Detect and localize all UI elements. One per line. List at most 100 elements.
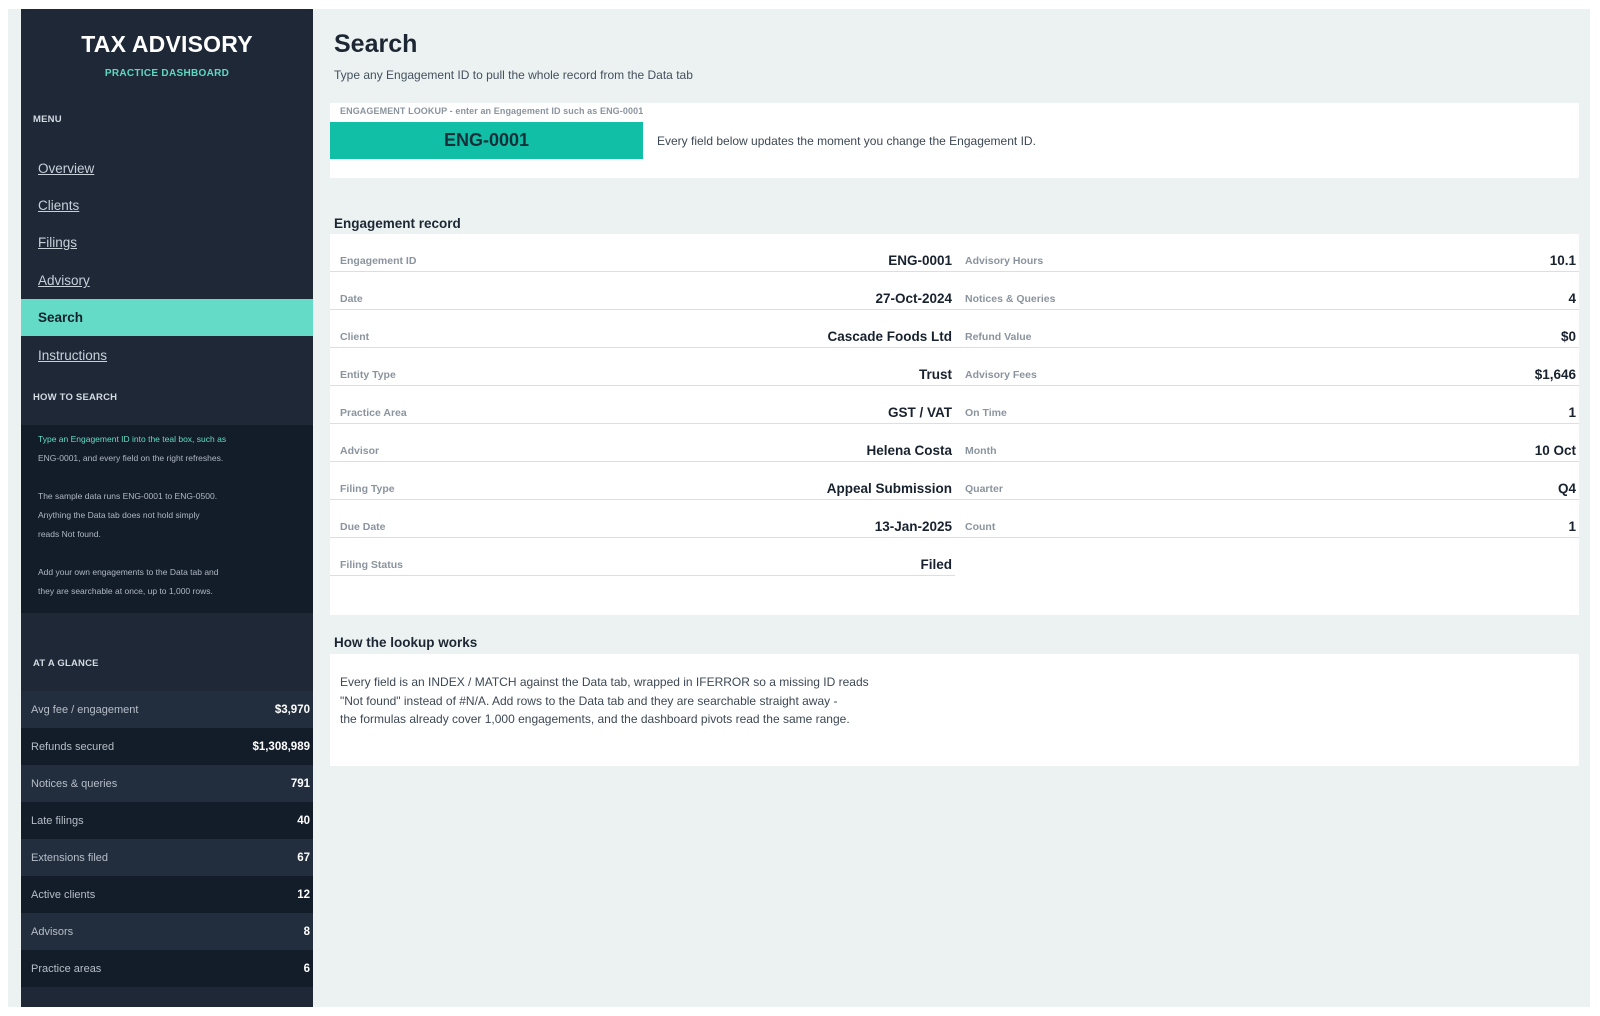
field-label: Notices & Queries	[965, 293, 1056, 305]
field-label: Due Date	[340, 521, 386, 533]
lookup-hint: Every field below updates the moment you…	[657, 134, 1036, 148]
field-value: ENG-0001	[888, 253, 952, 268]
field-label: Quarter	[965, 483, 1003, 495]
glance-label: Refunds secured	[31, 740, 115, 753]
record-field-refund-value: Refund Value $0	[955, 310, 1579, 348]
record-field-on-time: On Time 1	[955, 386, 1579, 424]
howto-line: Type an Engagement ID into the teal box,…	[38, 434, 227, 444]
nav-item-search[interactable]: Search	[21, 299, 313, 336]
record-field-entity-type: Entity Type Trust	[330, 348, 955, 386]
nav-item-filings[interactable]: Filings	[21, 224, 313, 261]
glance-value: 40	[297, 814, 310, 827]
explain-line: Every field is an INDEX / MATCH against …	[340, 675, 869, 689]
field-value: 10 Oct	[1534, 443, 1576, 458]
engagement-record-card: Engagement ID ENG-0001 Date 27-Oct-2024 …	[330, 234, 1579, 615]
field-label: On Time	[965, 407, 1007, 419]
nav-item-clients[interactable]: Clients	[21, 187, 313, 224]
glance-label: Avg fee / engagement	[31, 703, 139, 716]
page-subtitle: Type any Engagement ID to pull the whole…	[334, 68, 693, 82]
glance-value: 791	[290, 777, 310, 790]
lookup-caption: ENGAGEMENT LOOKUP - enter an Engagement …	[340, 106, 644, 116]
field-value: Q4	[1557, 481, 1576, 496]
field-label: Entity Type	[340, 369, 396, 381]
record-field-quarter: Quarter Q4	[955, 462, 1579, 500]
field-label: Practice Area	[340, 407, 407, 419]
glance-value: $3,970	[274, 703, 310, 716]
field-label: Filing Status	[340, 559, 403, 571]
glance-value: 6	[303, 962, 310, 975]
field-value: $0	[1560, 329, 1576, 344]
nav-item-instructions[interactable]: Instructions	[21, 337, 313, 374]
nav-item-overview[interactable]: Overview	[21, 150, 313, 187]
field-label: Month	[965, 445, 997, 457]
record-field-client: Client Cascade Foods Ltd	[330, 310, 955, 348]
record-field-advisory-hours: Advisory Hours 10.1	[955, 234, 1579, 272]
record-field-advisor: Advisor Helena Costa	[330, 424, 955, 462]
glance-row-active-clients: Active clients 12	[21, 876, 313, 913]
field-value: 1	[1568, 519, 1576, 534]
field-value: 27-Oct-2024	[875, 291, 952, 306]
field-label: Date	[340, 293, 363, 305]
field-label: Engagement ID	[340, 255, 417, 267]
field-label: Count	[965, 521, 996, 533]
field-value: 13-Jan-2025	[874, 519, 952, 534]
glance-label: Notices & queries	[31, 777, 118, 790]
page-title: Search	[334, 30, 418, 58]
nav-item-advisory[interactable]: Advisory	[21, 262, 313, 299]
glance-label: Extensions filed	[31, 851, 109, 864]
field-label: Advisor	[340, 445, 380, 457]
explain-section-title: How the lookup works	[334, 635, 478, 650]
glance-row-extensions: Extensions filed 67	[21, 839, 313, 876]
howto-line: they are searchable at once, up to 1,000…	[38, 586, 213, 596]
record-field-filing-type: Filing Type Appeal Submission	[330, 462, 955, 500]
record-field-date: Date 27-Oct-2024	[330, 272, 955, 310]
explain-card: Every field is an INDEX / MATCH against …	[330, 654, 1579, 766]
glance-section-label: AT A GLANCE	[33, 658, 99, 669]
glance-row-practice-areas: Practice areas 6	[21, 950, 313, 987]
menu-section-label: MENU	[33, 114, 62, 125]
field-label: Refund Value	[965, 331, 1032, 343]
record-field-filing-status: Filing Status Filed	[330, 538, 955, 576]
field-value: $1,646	[1534, 367, 1576, 382]
field-value: Cascade Foods Ltd	[827, 329, 952, 344]
howto-line: The sample data runs ENG-0001 to ENG-050…	[38, 491, 218, 501]
brand-title: TAX ADVISORY	[81, 31, 253, 57]
glance-row-refunds: Refunds secured $1,308,989	[21, 728, 313, 765]
record-field-practice-area: Practice Area GST / VAT	[330, 386, 955, 424]
glance-value: 8	[303, 925, 310, 938]
record-field-advisory-fees: Advisory Fees $1,646	[955, 348, 1579, 386]
record-field-count: Count 1	[955, 500, 1579, 538]
howto-line: reads Not found.	[38, 529, 101, 539]
explain-line: the formulas already cover 1,000 engagem…	[340, 712, 850, 727]
lookup-card: ENGAGEMENT LOOKUP - enter an Engagement …	[330, 103, 1579, 178]
glance-row-notices: Notices & queries 791	[21, 765, 313, 802]
glance-value: 12	[297, 888, 310, 901]
field-label: Advisory Fees	[965, 369, 1037, 381]
glance-row-advisors: Advisors 8	[21, 913, 313, 950]
field-label: Filing Type	[340, 483, 395, 495]
field-value: GST / VAT	[888, 405, 952, 420]
record-field-due-date: Due Date 13-Jan-2025	[330, 500, 955, 538]
field-value: Helena Costa	[866, 443, 952, 458]
field-value: Filed	[920, 557, 952, 572]
glance-label: Active clients	[31, 888, 96, 901]
glance-value: $1,308,989	[252, 740, 310, 753]
howto-panel: Type an Engagement ID into the teal box,…	[21, 425, 313, 613]
howto-line: ENG-0001, and every field on the right r…	[38, 453, 224, 463]
field-value: Trust	[918, 367, 952, 382]
brand-subtitle: PRACTICE DASHBOARD	[104, 68, 230, 79]
engagement-id-input[interactable]	[330, 122, 643, 159]
howto-line: Anything the Data tab does not hold simp…	[38, 510, 200, 520]
howto-line: Add your own engagements to the Data tab…	[38, 567, 219, 577]
explain-line: "Not found" instead of #N/A. Add rows to…	[340, 693, 838, 708]
field-value: 4	[1568, 291, 1576, 306]
glance-label: Practice areas	[31, 962, 102, 975]
glance-row-avg-fee: Avg fee / engagement $3,970	[21, 691, 313, 728]
glance-row-late-filings: Late filings 40	[21, 802, 313, 839]
record-field-notices: Notices & Queries 4	[955, 272, 1579, 310]
glance-label: Advisors	[31, 925, 74, 938]
record-section-title: Engagement record	[334, 216, 461, 231]
field-label: Advisory Hours	[965, 255, 1044, 267]
howto-section-label: HOW TO SEARCH	[33, 392, 118, 403]
field-value: Appeal Submission	[826, 481, 952, 496]
